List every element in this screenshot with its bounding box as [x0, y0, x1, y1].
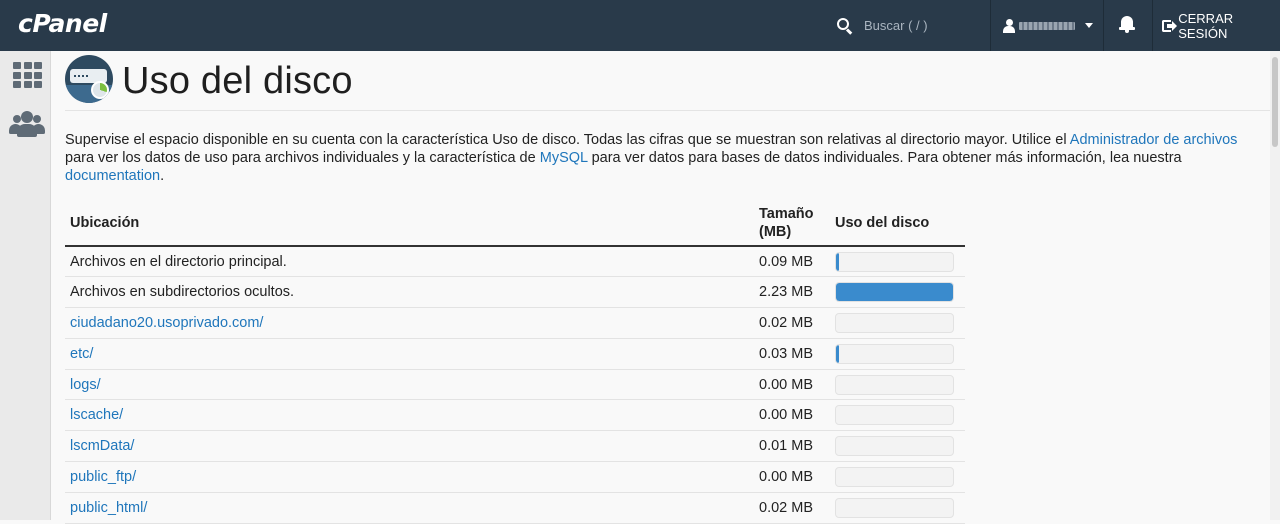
- username-redacted: [1019, 21, 1075, 30]
- chevron-down-icon: [1085, 23, 1093, 28]
- location-cell: Archivos en el directorio principal.: [65, 246, 754, 278]
- user-menu[interactable]: [1000, 0, 1100, 51]
- location-cell: public_html/: [65, 492, 754, 524]
- table-row: etc/0.03 MB: [65, 338, 965, 370]
- location-link[interactable]: lscache/: [70, 407, 123, 423]
- search-icon: [836, 17, 854, 35]
- location-link[interactable]: logs/: [70, 377, 101, 393]
- usage-progress-bar: [835, 282, 954, 303]
- column-header-size: Tamaño (MB): [754, 201, 830, 247]
- search-area: [834, 0, 988, 51]
- usage-progress-bar: [835, 436, 954, 457]
- table-row: lscmData/0.01 MB: [65, 430, 965, 463]
- size-cell: 0.01 MB: [754, 430, 830, 463]
- size-header-line1: Tamaño: [759, 206, 814, 222]
- intro-text: Supervise el espacio disponible en su cu…: [65, 131, 1260, 185]
- location-link[interactable]: etc/: [70, 346, 93, 362]
- mysql-link[interactable]: MySQL: [540, 150, 588, 166]
- size-cell: 0.02 MB: [754, 492, 830, 524]
- table-row: public_ftp/0.00 MB: [65, 461, 965, 493]
- apps-grid-icon[interactable]: [13, 62, 42, 88]
- size-cell: 0.09 MB: [754, 246, 830, 278]
- disk-usage-icon: [65, 55, 113, 103]
- usage-cell: [830, 492, 965, 524]
- column-header-location: Ubicación: [65, 201, 754, 247]
- usage-progress-bar: [835, 497, 954, 518]
- usage-cell: [830, 399, 965, 432]
- title-divider: [65, 110, 1270, 111]
- size-cell: 0.03 MB: [754, 338, 830, 370]
- usage-progress-bar: [835, 405, 954, 426]
- divider: [1152, 0, 1153, 51]
- users-icon[interactable]: [9, 111, 45, 137]
- usage-progress-bar: [835, 343, 954, 364]
- usage-progress-bar: [835, 312, 954, 333]
- disk-usage-table: Ubicación Tamaño (MB) Uso del disco Archi…: [65, 201, 965, 524]
- divider: [1103, 0, 1104, 51]
- usage-progress-bar: [835, 374, 954, 395]
- usage-cell: [830, 276, 965, 309]
- location-cell: public_ftp/: [65, 461, 754, 493]
- cpanel-logo[interactable]: cPanel: [18, 9, 107, 38]
- table-header-row: Ubicación Tamaño (MB) Uso del disco: [65, 201, 965, 247]
- bell-icon[interactable]: [1118, 14, 1138, 36]
- documentation-link[interactable]: documentation: [65, 168, 160, 184]
- search-input[interactable]: [864, 18, 984, 33]
- location-link[interactable]: public_html/: [70, 500, 147, 516]
- logout-icon: [1162, 19, 1177, 32]
- usage-progress-bar: [835, 251, 954, 272]
- location-cell: etc/: [65, 338, 754, 370]
- file-manager-link[interactable]: Administrador de archivos: [1070, 132, 1238, 148]
- intro-text-part: Supervise el espacio disponible en su cu…: [65, 132, 1070, 148]
- table-row: Archivos en el directorio principal. 0.09…: [65, 246, 965, 278]
- size-cell: 2.23 MB: [754, 276, 830, 309]
- scrollbar[interactable]: [1270, 51, 1280, 520]
- usage-cell: [830, 461, 965, 493]
- usage-progress-bar: [835, 466, 954, 487]
- intro-text-part: para ver datos para bases de datos indiv…: [587, 150, 1182, 166]
- table-row: Archivos en subdirectorios ocultos. 2.23 …: [65, 276, 965, 309]
- size-cell: 0.02 MB: [754, 307, 830, 339]
- logout-button[interactable]: CERRAR SESIÓN: [1162, 0, 1280, 51]
- user-icon: [1003, 18, 1015, 33]
- column-header-usage: Uso del disco: [830, 201, 965, 247]
- location-link[interactable]: public_ftp/: [70, 469, 136, 485]
- table-row: logs/0.00 MB: [65, 369, 965, 401]
- usage-progress-fill: [836, 252, 839, 271]
- usage-cell: [830, 430, 965, 463]
- main-content: Uso del disco Supervise el espacio dispo…: [51, 51, 1270, 524]
- usage-cell: [830, 307, 965, 339]
- table-row: public_html/0.02 MB: [65, 492, 965, 524]
- intro-text-part: para ver los datos de uso para archivos …: [65, 150, 540, 166]
- location-label: Archivos en subdirectorios ocultos.: [70, 284, 295, 301]
- size-cell: 0.00 MB: [754, 369, 830, 401]
- usage-progress-fill: [836, 283, 953, 302]
- divider: [990, 0, 991, 51]
- table-row: ciudadano20.usoprivado.com/0.02 MB: [65, 307, 965, 339]
- location-cell: ciudadano20.usoprivado.com/: [65, 307, 754, 339]
- size-cell: 0.00 MB: [754, 461, 830, 493]
- top-navbar: cPanel CERRAR SESIÓN: [0, 0, 1280, 51]
- location-link[interactable]: ciudadano20.usoprivado.com/: [70, 315, 263, 331]
- sidebar: [0, 51, 51, 520]
- page-title: Uso del disco: [122, 60, 353, 102]
- location-cell: lscmData/: [65, 430, 754, 463]
- size-header-line2: (MB): [759, 224, 792, 240]
- location-cell: logs/: [65, 369, 754, 401]
- usage-cell: [830, 369, 965, 401]
- location-label: Archivos en el directorio principal.: [70, 253, 287, 270]
- location-cell: Archivos en subdirectorios ocultos.: [65, 276, 754, 309]
- location-link[interactable]: lscmData/: [70, 438, 134, 454]
- logout-label: CERRAR SESIÓN: [1178, 10, 1234, 41]
- size-cell: 0.00 MB: [754, 399, 830, 432]
- intro-text-part: .: [160, 168, 165, 184]
- usage-progress-fill: [836, 344, 839, 363]
- usage-cell: [830, 338, 965, 370]
- location-cell: lscache/: [65, 399, 754, 432]
- table-row: lscache/0.00 MB: [65, 399, 965, 432]
- scrollbar-thumb[interactable]: [1272, 57, 1278, 147]
- usage-cell: [830, 246, 965, 278]
